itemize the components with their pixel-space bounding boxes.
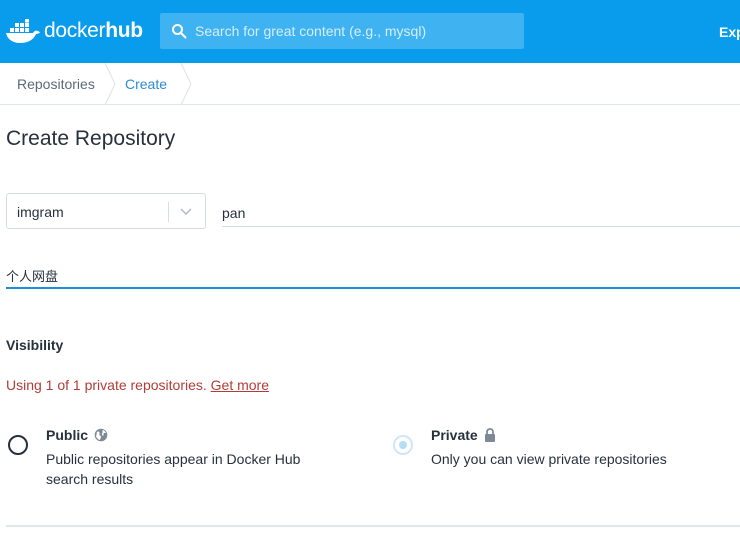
nav-explore-link[interactable]: Exp (719, 24, 740, 40)
get-more-link[interactable]: Get more (211, 377, 269, 393)
private-option-description: Only you can view private repositories (431, 451, 667, 467)
logo-wordmark: dockerhub (44, 19, 143, 43)
breadcrumb-create[interactable]: Create (125, 76, 167, 92)
private-radio[interactable] (393, 435, 413, 455)
repo-name-value: pan (222, 205, 246, 221)
description-value: 个人网盘 (6, 270, 59, 285)
search-bar (160, 13, 524, 49)
breadcrumb-repositories[interactable]: Repositories (17, 76, 95, 92)
public-radio[interactable] (8, 435, 28, 455)
visibility-heading: Visibility (6, 337, 64, 353)
namespace-value: imgram (17, 204, 64, 220)
search-input[interactable] (195, 13, 515, 49)
private-usage-text: Using 1 of 1 private repositories. (6, 377, 207, 393)
top-nav-bar: dockerhub Exp (0, 0, 740, 63)
docker-whale-icon (6, 19, 40, 43)
namespace-select[interactable]: imgram (6, 193, 206, 229)
logo-hub-text: hub (105, 19, 143, 42)
breadcrumb-separator-icon (180, 63, 192, 105)
repo-name-field[interactable]: pan (222, 196, 740, 227)
breadcrumb: Repositories Create (0, 63, 740, 105)
lock-icon (484, 428, 495, 442)
public-option-label: Public (46, 427, 89, 443)
page-title: Create Repository (6, 127, 176, 150)
docker-hub-logo[interactable]: dockerhub (6, 17, 143, 45)
logo-brand-text: docker (44, 19, 106, 42)
private-option-label: Private (431, 427, 478, 443)
description-field[interactable]: 个人网盘 (6, 260, 740, 289)
chevron-down-icon[interactable] (179, 206, 193, 218)
select-divider (168, 202, 169, 222)
globe-icon (94, 428, 108, 442)
breadcrumb-separator-icon (104, 63, 116, 105)
private-usage-note: Using 1 of 1 private repositories. Get m… (6, 377, 269, 393)
search-icon (172, 24, 187, 39)
private-option-title[interactable]: Private (431, 427, 496, 443)
public-option-title[interactable]: Public (46, 427, 108, 443)
public-option-description: Public repositories appear in Docker Hub… (46, 451, 301, 487)
section-divider (6, 525, 740, 527)
